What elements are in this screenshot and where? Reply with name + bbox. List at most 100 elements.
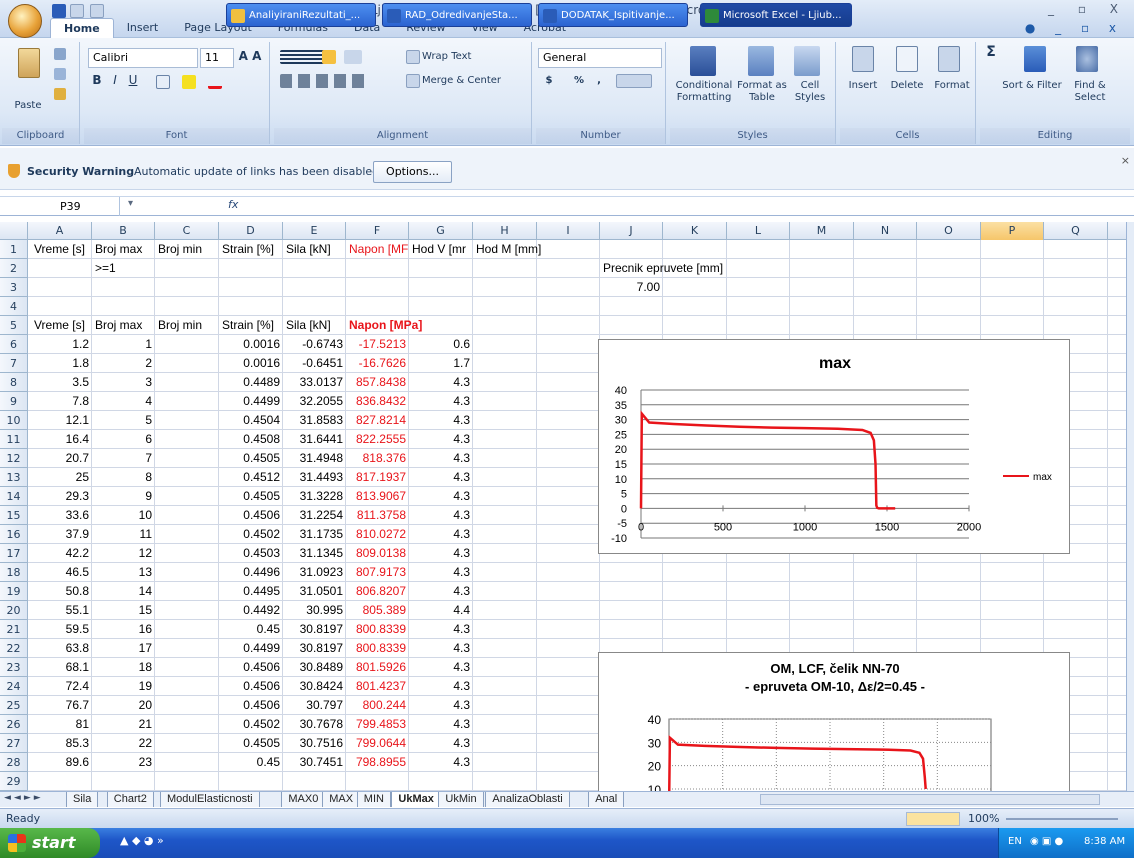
cell-c1[interactable]: Broj min — [155, 240, 219, 259]
format-table-icon[interactable] — [748, 46, 774, 76]
sheet-nav-arrows[interactable]: ◄◄►► — [4, 793, 44, 803]
row-header[interactable]: 18 — [0, 563, 28, 582]
select-all-corner[interactable] — [0, 222, 28, 240]
row-header[interactable]: 22 — [0, 639, 28, 658]
format-button[interactable]: Format — [930, 80, 974, 92]
cell-g1[interactable]: Hod V [mr — [409, 240, 473, 259]
cell-styles-button[interactable]: Cell Styles — [788, 80, 832, 104]
cell-d25[interactable]: 0.4506 — [219, 696, 283, 715]
cell-e18[interactable]: 31.0923 — [283, 563, 346, 582]
cell-e24[interactable]: 30.8424 — [283, 677, 346, 696]
row-header[interactable]: 20 — [0, 601, 28, 620]
cell-g15[interactable]: 4.3 — [409, 506, 473, 525]
cell-a8[interactable]: 3.5 — [28, 373, 92, 392]
cell-d23[interactable]: 0.4506 — [219, 658, 283, 677]
cell-a5[interactable]: Vreme [s] — [31, 316, 88, 335]
row-header[interactable]: 12 — [0, 449, 28, 468]
row-header[interactable]: 21 — [0, 620, 28, 639]
cell-d28[interactable]: 0.45 — [219, 753, 283, 772]
cell-d24[interactable]: 0.4506 — [219, 677, 283, 696]
comma-button[interactable]: , — [594, 75, 604, 87]
cell-g14[interactable]: 4.3 — [409, 487, 473, 506]
borders-icon[interactable] — [156, 75, 170, 89]
align-buttons-icon[interactable] — [280, 74, 370, 88]
cell-f9[interactable]: 836.8432 — [346, 392, 409, 411]
column-header-g[interactable]: G — [409, 222, 473, 240]
cell-a9[interactable]: 7.8 — [28, 392, 92, 411]
cell-g28[interactable]: 4.3 — [409, 753, 473, 772]
cell-a28[interactable]: 89.6 — [28, 753, 92, 772]
currency-button[interactable]: $ — [542, 75, 556, 87]
chart-om-lcf[interactable]: OM, LCF, čelik NN-70 - epruveta OM-10, Δε… — [598, 652, 1070, 791]
decimal-icon[interactable] — [616, 74, 652, 88]
cell-e8[interactable]: 33.0137 — [283, 373, 346, 392]
row-header[interactable]: 11 — [0, 430, 28, 449]
paste-icon[interactable] — [18, 48, 40, 78]
sheet-tab[interactable]: MAX0 — [281, 792, 326, 807]
cell-f10[interactable]: 827.8214 — [346, 411, 409, 430]
chart-max[interactable]: max 40 35 30 25 20 15 10 5 0 -5 -10 0 500 1000 1500 2000… — [598, 339, 1070, 554]
conditional-formatting-button[interactable]: Conditional Formatting — [672, 80, 736, 104]
cell-a10[interactable]: 12.1 — [28, 411, 92, 430]
sheet-tab[interactable]: MAX — [322, 792, 361, 807]
cell-e6[interactable]: -0.6743 — [283, 335, 346, 354]
sheet-tab[interactable]: Sila — [66, 792, 99, 807]
cell-e15[interactable]: 31.2254 — [283, 506, 346, 525]
cell-d21[interactable]: 0.45 — [219, 620, 283, 639]
cell-a13[interactable]: 25 — [28, 468, 92, 487]
column-header-n[interactable]: N — [854, 222, 917, 240]
name-box[interactable]: P39 — [0, 197, 120, 216]
cell-g6[interactable]: 0.6 — [409, 335, 473, 354]
cell-c5[interactable]: Broj min — [155, 316, 219, 335]
cell-b10[interactable]: 5 — [92, 411, 155, 430]
sheet-tab[interactable]: Chart2 — [106, 792, 154, 807]
row-header[interactable]: 5 — [0, 316, 28, 335]
cell-b23[interactable]: 18 — [92, 658, 155, 677]
cell-a20[interactable]: 55.1 — [28, 601, 92, 620]
bold-button[interactable]: B — [90, 74, 104, 86]
column-header-l[interactable]: L — [727, 222, 790, 240]
cell-b18[interactable]: 13 — [92, 563, 155, 582]
row-header[interactable]: 13 — [0, 468, 28, 487]
wrap-text-icon[interactable] — [406, 50, 420, 64]
sort-filter-icon[interactable] — [1024, 46, 1046, 72]
cell-f1[interactable]: Napon [MF — [346, 240, 409, 259]
column-header-j[interactable]: J — [600, 222, 663, 240]
cell-g26[interactable]: 4.3 — [409, 715, 473, 734]
language-indicator[interactable]: EN — [1008, 836, 1022, 847]
cell-j3[interactable]: 7.00 — [600, 278, 663, 297]
cell-d17[interactable]: 0.4503 — [219, 544, 283, 563]
cell-d14[interactable]: 0.4505 — [219, 487, 283, 506]
worksheet-grid[interactable]: 1 2 3 4 5 6 7 8 9 10 11 12 13 14 15 16 17 18 19 20 21 22 23 24 2… — [0, 240, 1126, 791]
row-header[interactable]: 7 — [0, 354, 28, 373]
column-header-c[interactable]: C — [155, 222, 219, 240]
cell-b15[interactable]: 10 — [92, 506, 155, 525]
number-format-select[interactable]: General — [538, 48, 662, 68]
cell-d10[interactable]: 0.4504 — [219, 411, 283, 430]
cell-a19[interactable]: 50.8 — [28, 582, 92, 601]
cell-f6[interactable]: -17.5213 — [346, 335, 409, 354]
cell-f5[interactable]: Napon [MPa] — [346, 316, 436, 335]
cell-g21[interactable]: 4.3 — [409, 620, 473, 639]
cell-d8[interactable]: 0.4489 — [219, 373, 283, 392]
column-header-k[interactable]: K — [663, 222, 727, 240]
row-header[interactable]: 29 — [0, 772, 28, 791]
row-header[interactable]: 15 — [0, 506, 28, 525]
cell-styles-icon[interactable] — [794, 46, 820, 76]
cell-b25[interactable]: 20 — [92, 696, 155, 715]
cell-b5[interactable]: Broj max — [92, 316, 156, 335]
taskbar-item-2[interactable]: DODATAK_Ispitivanje... — [538, 3, 688, 27]
sheet-tab[interactable]: AnalizaOblasti — [485, 792, 570, 807]
cell-d19[interactable]: 0.4495 — [219, 582, 283, 601]
copy-icon[interactable] — [54, 68, 66, 80]
cell-d20[interactable]: 0.4492 — [219, 601, 283, 620]
conditional-format-icon[interactable] — [690, 46, 716, 76]
fill-color-icon[interactable] — [182, 75, 196, 89]
cell-f27[interactable]: 799.0644 — [346, 734, 409, 753]
sheet-tab[interactable]: UkMax — [391, 792, 441, 807]
cell-b13[interactable]: 8 — [92, 468, 155, 487]
row-header[interactable]: 14 — [0, 487, 28, 506]
cell-g24[interactable]: 4.3 — [409, 677, 473, 696]
merge-center-button[interactable]: Merge & Center — [422, 75, 501, 87]
cell-a18[interactable]: 46.5 — [28, 563, 92, 582]
